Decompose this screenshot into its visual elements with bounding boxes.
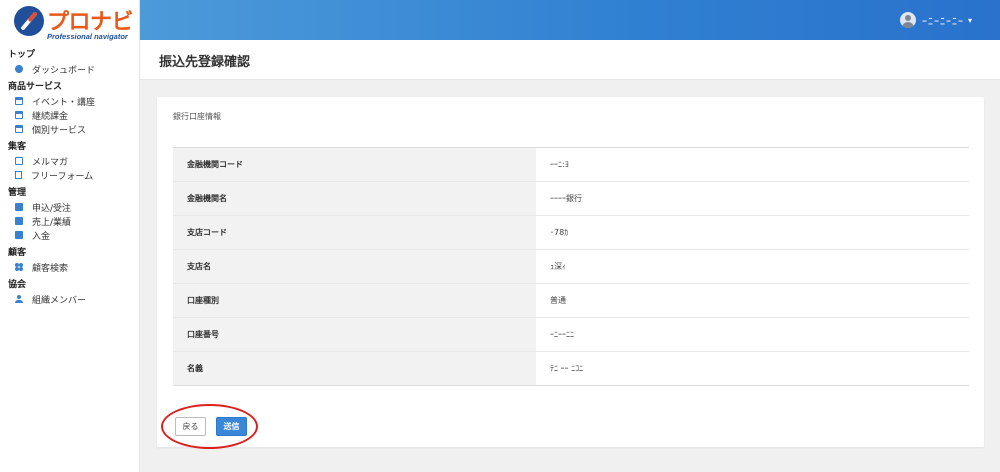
row-value: ｭ深ｨ [536, 249, 969, 284]
sidebar: プロナビ Professional navigator トップ ダッシュボード … [0, 0, 140, 472]
row-value: 普通 [536, 283, 969, 318]
page-title: 振込先登録確認 [159, 55, 251, 70]
nav-group-top: トップ ダッシュボード [0, 48, 140, 76]
form-icon [15, 171, 22, 179]
users-icon [15, 263, 23, 271]
sidebar-item-label: フリーフォーム [31, 171, 94, 182]
sidebar-item-label: メルマガ [32, 157, 69, 168]
nav-group-management: 管理 申込/受注 売上/業績 入金 [0, 186, 140, 242]
row-label: 金融機関名 [173, 181, 536, 216]
chevron-down-icon: ▾ [967, 15, 972, 25]
row-value: ｰﾆｰｰﾆﾆ [536, 317, 969, 352]
sidebar-item-subscription[interactable]: 継続課金 [0, 108, 140, 122]
nav-heading: トップ [8, 50, 36, 60]
row-label: 金融機関コード [173, 147, 536, 182]
nav-group-customers: 顧客 顧客検索 [0, 246, 140, 274]
table-row: 口座種別 普通 [173, 283, 969, 318]
user-name: ｰﾆｰﾆｰﾆｰ [921, 16, 964, 28]
sidebar-nav: トップ ダッシュボード 商品サービス イベント・講座 継続課金 個別サービス 集… [0, 44, 140, 306]
compass-icon [14, 6, 44, 36]
row-value: ｰｰｰｰ銀行 [536, 181, 969, 216]
sidebar-item-customer-search[interactable]: 顧客検索 [0, 260, 140, 274]
calendar-icon [15, 97, 23, 105]
table-row: 口座番号 ｰﾆｰｰﾆﾆ [173, 317, 969, 352]
row-value: ･78ｶ [536, 215, 969, 250]
sidebar-item-label: 入金 [32, 231, 51, 242]
user-menu[interactable]: ｰﾆｰﾆｰﾆｰ ▾ [899, 12, 972, 28]
sidebar-item-label: 申込/受注 [32, 203, 72, 214]
calendar-icon [15, 111, 23, 119]
sidebar-item-orders[interactable]: 申込/受注 [0, 200, 140, 214]
nav-heading: 顧客 [8, 248, 27, 258]
table-row: 金融機関名 ｰｰｰｰ銀行 [173, 181, 969, 216]
nav-group-products: 商品サービス イベント・講座 継続課金 個別サービス [0, 80, 140, 136]
sidebar-item-payments[interactable]: 入金 [0, 228, 140, 242]
bank-info-table: 金融機関コード ｰｰﾆ:ﾖ 金融機関名 ｰｰｰｰ銀行 支店コード ･78ｶ 支店… [173, 147, 969, 386]
dashboard-icon [15, 65, 23, 73]
sidebar-item-label: イベント・講座 [32, 97, 96, 108]
table-row: 名義 ﾃﾆ ｰｰ ﾆｺﾆ [173, 351, 969, 386]
back-button[interactable]: 戻る [175, 417, 206, 436]
table-row: 支店コード ･78ｶ [173, 215, 969, 250]
row-label: 口座種別 [173, 283, 536, 318]
app-logo[interactable]: プロナビ Professional navigator [14, 6, 134, 42]
avatar [899, 12, 916, 28]
sidebar-item-label: 組織メンバー [32, 295, 87, 306]
sidebar-item-dashboard[interactable]: ダッシュボード [0, 62, 140, 76]
sidebar-item-individual-service[interactable]: 個別サービス [0, 122, 140, 136]
row-label: 支店名 [173, 249, 536, 284]
nav-group-marketing: 集客 メルマガ フリーフォーム [0, 140, 140, 182]
row-value: ｰｰﾆ:ﾖ [536, 147, 969, 182]
row-label: 名義 [173, 351, 536, 386]
page-title-bar: 振込先登録確認 [140, 40, 1000, 80]
bank-account-card: 銀行口座情報 金融機関コード ｰｰﾆ:ﾖ 金融機関名 ｰｰｰｰ銀行 支店コード … [157, 97, 984, 447]
section-label: 銀行口座情報 [173, 112, 221, 121]
sidebar-item-label: 個別サービス [32, 125, 87, 136]
sidebar-item-label: 顧客検索 [32, 263, 69, 274]
row-label: 支店コード [173, 215, 536, 250]
sidebar-item-freeform[interactable]: フリーフォーム [0, 168, 140, 182]
nav-group-association: 協会 組織メンバー [0, 278, 140, 306]
sidebar-item-label: 売上/業績 [32, 217, 72, 228]
folder-icon [15, 203, 23, 211]
user-icon [15, 295, 23, 303]
sidebar-item-sales[interactable]: 売上/業績 [0, 214, 140, 228]
table-row: 金融機関コード ｰｰﾆ:ﾖ [173, 147, 969, 182]
sidebar-item-label: 継続課金 [32, 111, 69, 122]
row-label: 口座番号 [173, 317, 536, 352]
folder-icon [15, 217, 23, 225]
logo-subtitle: Professional navigator [47, 32, 128, 41]
folder-icon [15, 231, 23, 239]
nav-heading: 集客 [8, 142, 27, 152]
sidebar-item-events[interactable]: イベント・講座 [0, 94, 140, 108]
nav-heading: 商品サービス [8, 82, 63, 92]
sidebar-item-label: ダッシュボード [32, 65, 96, 76]
table-row: 支店名 ｭ深ｨ [173, 249, 969, 284]
row-value: ﾃﾆ ｰｰ ﾆｺﾆ [550, 364, 584, 373]
send-button[interactable]: 送信 [216, 417, 247, 436]
nav-heading: 協会 [8, 280, 27, 290]
sidebar-item-mailmag[interactable]: メルマガ [0, 154, 140, 168]
sidebar-item-members[interactable]: 組織メンバー [0, 292, 140, 306]
mail-icon [15, 157, 23, 165]
calendar-icon [15, 125, 23, 133]
top-header: ｰﾆｰﾆｰﾆｰ ▾ [140, 0, 1000, 40]
nav-heading: 管理 [8, 188, 27, 198]
